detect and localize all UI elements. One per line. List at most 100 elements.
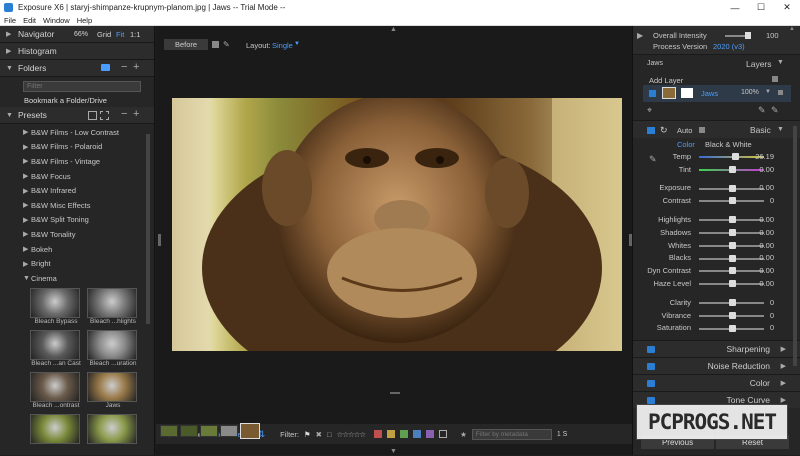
preset-thumbnail[interactable]	[87, 414, 139, 454]
preset-thumbnail[interactable]	[30, 414, 82, 454]
slider-knob[interactable]	[728, 184, 736, 192]
slider-value[interactable]: 0.00	[759, 253, 774, 262]
maximize-button[interactable]: ☐	[748, 0, 774, 15]
slider-knob[interactable]	[728, 254, 736, 262]
reject-icon[interactable]: ✖	[316, 430, 322, 439]
slider-value[interactable]: 0.00	[759, 228, 774, 237]
histogram-header[interactable]: ▶ Histogram	[0, 43, 154, 60]
slider-knob[interactable]	[728, 280, 736, 288]
preset-group-item[interactable]: ▶ Bokeh	[0, 242, 154, 257]
preset-thumbnail[interactable]: Bleach ...ontrast	[30, 372, 82, 412]
menu-window[interactable]: Window	[43, 16, 70, 25]
flag-icon[interactable]: ⚑	[304, 430, 311, 439]
left-scrollbar[interactable]	[146, 134, 150, 324]
preset-group-item[interactable]: ▶ B&W Infrared	[0, 183, 154, 198]
color-label-swatch[interactable]	[387, 430, 396, 438]
layer-opacity[interactable]: 100%	[741, 89, 759, 96]
layer-name[interactable]: Jaws	[701, 89, 718, 98]
slider-knob[interactable]	[728, 197, 736, 205]
slider-knob[interactable]	[728, 241, 736, 249]
panel-toggle[interactable]	[647, 346, 655, 354]
preset-thumbnail[interactable]: Bleach ...uration	[87, 330, 139, 370]
plus-icon[interactable]: +	[133, 108, 139, 120]
process-version-dropdown[interactable]: 2020 (v3)	[713, 42, 745, 51]
layer-options-icon[interactable]	[772, 76, 778, 82]
filmstrip-thumb[interactable]	[220, 425, 238, 437]
grid-view-icon[interactable]	[88, 111, 97, 120]
folder-icon[interactable]	[101, 64, 110, 71]
preset-group-item[interactable]: ▶ B&W Split Toning	[0, 213, 154, 228]
minus-icon[interactable]: −	[121, 61, 127, 73]
preset-thumbnail[interactable]: Bleach ...hlights	[87, 288, 139, 328]
panel-toggle[interactable]	[647, 380, 655, 388]
slider-value[interactable]: 0.00	[759, 183, 774, 192]
panel-toggle[interactable]	[647, 363, 655, 371]
slider-value[interactable]: 0.00	[759, 266, 774, 275]
preset-group-item[interactable]: ▶ B&W Films - Polaroid	[0, 140, 154, 155]
before-button[interactable]: Before	[164, 39, 208, 50]
slider-knob[interactable]	[728, 267, 736, 275]
intensity-slider-knob[interactable]	[745, 32, 751, 39]
layer-visibility-toggle[interactable]	[649, 90, 656, 97]
color-label-swatch[interactable]	[413, 430, 422, 438]
preset-group-item[interactable]: ▶ Bright	[0, 256, 154, 271]
slider-knob[interactable]	[728, 311, 736, 319]
slider-value[interactable]: 0.00	[759, 215, 774, 224]
slider-knob[interactable]	[728, 216, 736, 224]
slider-value[interactable]: 0	[770, 311, 774, 320]
basic-header[interactable]: ↻ Auto Basic ▼	[633, 120, 800, 138]
color-label-swatch[interactable]	[374, 430, 383, 438]
presets-header[interactable]: ▼ Presets − +	[0, 107, 154, 124]
slider-knob[interactable]	[728, 228, 736, 236]
one-to-one-button[interactable]: 1:1	[130, 30, 140, 39]
overall-intensity-value[interactable]: 100	[766, 31, 779, 40]
slider-knob[interactable]	[728, 165, 736, 173]
filmstrip-thumb[interactable]	[200, 425, 218, 437]
zoom-percent[interactable]: 66%	[74, 31, 88, 38]
minus-icon[interactable]: −	[121, 108, 127, 120]
chevron-down-icon[interactable]: ▼	[777, 59, 784, 66]
bookmark-folder-link[interactable]: Bookmark a Folder/Drive	[24, 96, 107, 105]
refresh-icon[interactable]: ↻	[660, 125, 668, 136]
preset-group-item[interactable]: ▼ Cinema	[0, 271, 154, 286]
filmstrip-thumb[interactable]	[160, 425, 178, 437]
brush-icon[interactable]: ✎	[771, 105, 779, 116]
filmstrip-thumb[interactable]	[180, 425, 198, 437]
filmstrip-thumb-selected[interactable]	[240, 423, 260, 439]
star-rating-filter[interactable]: ☆☆☆☆☆	[336, 430, 366, 439]
slider-value[interactable]: 0.00	[759, 241, 774, 250]
menu-edit[interactable]: Edit	[23, 16, 36, 25]
preset-thumbnail[interactable]: Bleach ...an Cast	[30, 330, 82, 370]
main-photo[interactable]	[172, 98, 622, 351]
slider-value[interactable]: 0	[770, 196, 774, 205]
slider-value[interactable]: 0	[770, 298, 774, 307]
expand-icon[interactable]	[100, 111, 109, 120]
preset-group-item[interactable]: ▶ B&W Misc Effects	[0, 198, 154, 213]
slider-knob[interactable]	[731, 153, 739, 160]
close-button[interactable]: ✕	[774, 0, 800, 15]
folders-header[interactable]: ▼ Folders − +	[0, 60, 154, 77]
fit-button[interactable]: Fit	[116, 30, 124, 39]
navigator-header[interactable]: ▶ Navigator 66% Grid Fit 1:1	[0, 26, 154, 43]
left-splitter-handle[interactable]	[158, 234, 161, 246]
slider-value[interactable]: 0.00	[759, 279, 774, 288]
layer-row[interactable]: Jaws 100% ▼	[643, 85, 791, 102]
preset-thumbnail[interactable]: Jaws	[87, 372, 139, 412]
menu-file[interactable]: File	[4, 16, 16, 25]
layout-dropdown[interactable]: Single	[272, 41, 293, 50]
brush-icon[interactable]: ✎	[223, 40, 230, 49]
minimize-button[interactable]: —	[722, 0, 748, 15]
layer-menu-icon[interactable]	[778, 90, 783, 95]
filmstrip-splitter[interactable]	[390, 392, 400, 394]
preset-group-item[interactable]: ▶ B&W Focus	[0, 169, 154, 184]
slider-knob[interactable]	[728, 324, 736, 332]
comment-icon[interactable]: □	[327, 430, 332, 439]
auto-button[interactable]: Auto	[677, 126, 692, 135]
chevron-up-icon[interactable]: ▲	[789, 26, 795, 32]
preset-thumbnail[interactable]: Bleach Bypass	[30, 288, 82, 328]
preset-group-item[interactable]: ▶ B&W Films - Vintage	[0, 154, 154, 169]
slider-value[interactable]: 0.00	[759, 165, 774, 174]
preset-group-item[interactable]: ▶ B&W Tonality	[0, 227, 154, 242]
square-view-icon[interactable]	[212, 41, 219, 48]
menu-help[interactable]: Help	[77, 16, 92, 25]
